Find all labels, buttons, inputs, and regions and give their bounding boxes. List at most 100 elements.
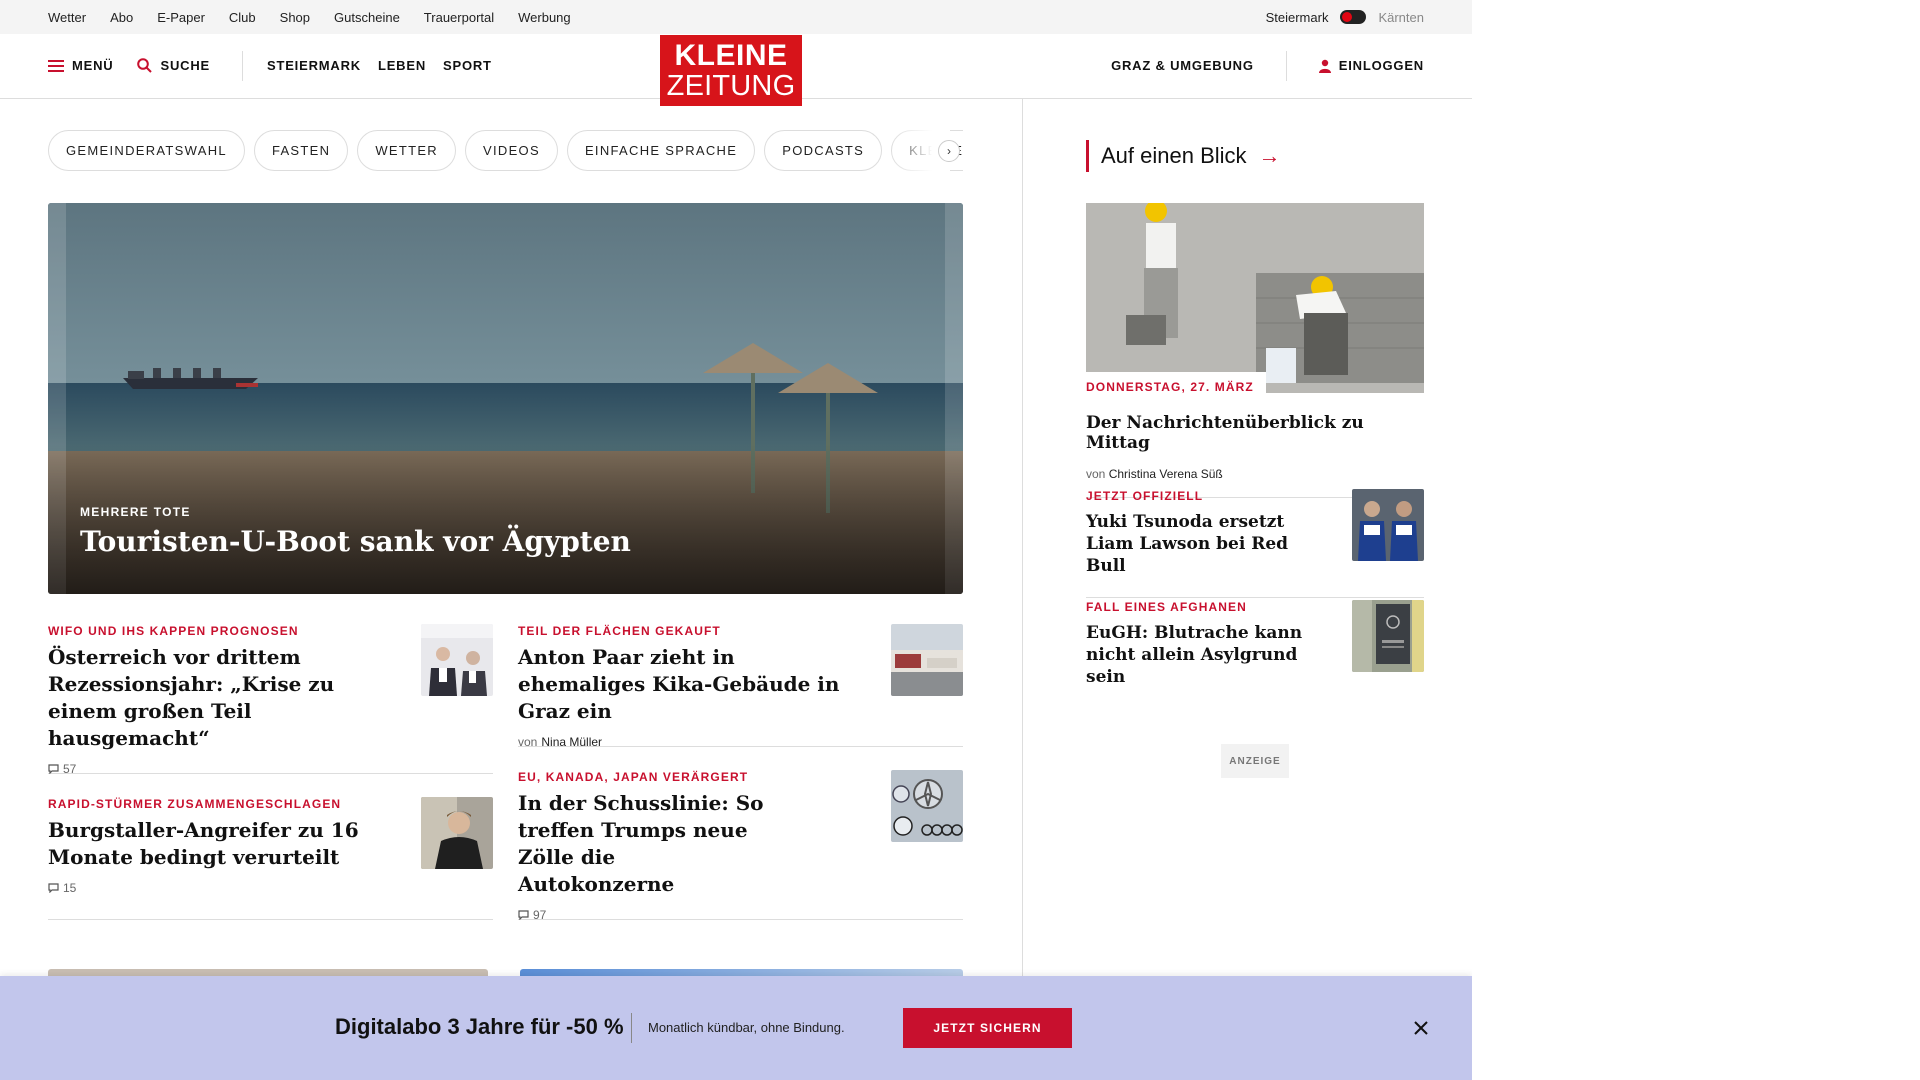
region-switch: Steiermark Kärnten [1266, 0, 1424, 34]
nav-left: MENÜ SUCHE STEIERMARK LEBEN SPORT [48, 34, 509, 97]
topic-tags: GEMEINDERATSWAHL FASTEN WETTER VIDEOS EI… [48, 130, 963, 171]
article-meta: 97 [518, 908, 963, 922]
nav-cat-steiermark[interactable]: STEIERMARK [267, 58, 361, 73]
article-teaser-4[interactable]: EU, KANADA, JAPAN VERÄRGERT In der Schus… [518, 770, 963, 922]
comment-count[interactable]: 15 [63, 881, 76, 895]
author-prefix: von [518, 735, 538, 749]
nav-right: GRAZ & UMGEBUNG EINLOGGEN [1111, 34, 1424, 97]
sidebar-lead-date: DONNERSTAG, 27. MÄRZ [1086, 372, 1266, 393]
sidebar-lead-image: DONNERSTAG, 27. MÄRZ [1086, 203, 1424, 393]
nav-cat-leben[interactable]: LEBEN [378, 58, 426, 73]
sidebar-article-headline[interactable]: Yuki Tsunoda ersetzt Liam Lawson bei Red… [1086, 511, 1326, 577]
search-label: SUCHE [160, 58, 210, 73]
login-button[interactable]: EINLOGGEN [1318, 58, 1424, 73]
chevron-right-icon: › [947, 144, 951, 158]
utility-link-werbung[interactable]: Werbung [518, 10, 571, 25]
article-teaser-2[interactable]: TEIL DER FLÄCHEN GEKAUFT Anton Paar zieh… [518, 624, 963, 749]
region-kaernten[interactable]: Kärnten [1378, 10, 1424, 25]
article-thumbnail [421, 624, 493, 696]
menu-label: MENÜ [72, 58, 114, 73]
tag-gemeinderatswahl[interactable]: GEMEINDERATSWAHL [48, 130, 245, 171]
region-steiermark[interactable]: Steiermark [1266, 10, 1329, 25]
logo-line-1: KLEINE [674, 38, 788, 72]
close-icon [1414, 1021, 1428, 1035]
user-icon [1318, 59, 1331, 73]
sidebar-article-headline[interactable]: EuGH: Blutrache kann nicht allein Asylgr… [1086, 622, 1326, 688]
tag-fasten[interactable]: FASTEN [253, 130, 349, 171]
search-icon [137, 58, 153, 73]
utility-link-trauerportal[interactable]: Trauerportal [424, 10, 494, 25]
tag-podcasts[interactable]: PODCASTS [764, 130, 883, 171]
author-prefix: von [1086, 467, 1106, 481]
promo-close-button[interactable] [1407, 1014, 1435, 1042]
sidebar-lead-headline[interactable]: Der Nachrichtenüberblick zu Mittag [1086, 413, 1424, 453]
tag-videos[interactable]: VIDEOS [465, 130, 558, 171]
divider [1086, 597, 1424, 598]
page-margin [1472, 0, 1920, 1080]
promo-cta-button[interactable]: JETZT SICHERN [903, 1008, 1072, 1048]
comment-icon [48, 883, 59, 893]
utility-link-shop[interactable]: Shop [280, 10, 310, 25]
page: Wetter Abo E-Paper Club Shop Gutscheine … [0, 0, 1472, 1080]
promo-divider [631, 1013, 632, 1043]
ad-label: ANZEIGE [1221, 744, 1289, 778]
sidebar-lead-meta: von Christina Verena Süß [1086, 467, 1424, 481]
subscription-banner: Digitalabo 3 Jahre für -50 % Monatlich k… [0, 976, 1472, 1080]
login-label: EINLOGGEN [1338, 58, 1424, 73]
toggle-knob [1342, 12, 1353, 22]
comment-count[interactable]: 97 [533, 908, 546, 922]
search-button[interactable]: SUCHE [137, 58, 210, 73]
hero-kicker: MEHRERE TOTE [80, 505, 191, 519]
article-headline[interactable]: In der Schusslinie: So treffen Trumps ne… [518, 790, 778, 898]
sidebar-title-link[interactable]: Auf einen Blick → [1086, 140, 1281, 172]
article-teaser-3[interactable]: RAPID-STÜRMER ZUSAMMENGESCHLAGEN Burgsta… [48, 797, 493, 920]
tags-next-button[interactable]: › [938, 140, 960, 162]
sidebar-lead-author[interactable]: Christina Verena Süß [1109, 467, 1223, 481]
article-teaser-1[interactable]: WIFO UND IHS KAPPEN PROGNOSEN Österreich… [48, 624, 493, 776]
sidebar-article-2[interactable]: FALL EINES AFGHANEN EuGH: Blutrache kann… [1086, 600, 1424, 688]
hero-title[interactable]: Touristen-U-Boot sank vor Ägypten [80, 525, 631, 558]
article-headline[interactable]: Anton Paar zieht in ehemaliges Kika-Gebä… [518, 644, 863, 725]
article-headline[interactable]: Burgstaller-Angreifer zu 16 Monate bedin… [48, 817, 393, 871]
utility-links: Wetter Abo E-Paper Club Shop Gutscheine … [48, 0, 571, 34]
comment-count[interactable]: 57 [63, 762, 76, 776]
sidebar-article-1[interactable]: JETZT OFFIZIELL Yuki Tsunoda ersetzt Lia… [1086, 489, 1424, 598]
tag-einfache-sprache[interactable]: EINFACHE SPRACHE [566, 130, 756, 171]
sidebar-article-thumbnail [1352, 489, 1424, 561]
article-meta: von Nina Müller [518, 735, 963, 749]
promo-subtext: Monatlich kündbar, ohne Bindung. [648, 1020, 845, 1035]
utility-link-wetter[interactable]: Wetter [48, 10, 86, 25]
site-logo[interactable]: KLEINE ZEITUNG [660, 35, 802, 106]
article-meta: 57 [48, 762, 493, 776]
sidebar-title: Auf einen Blick [1101, 143, 1247, 168]
menu-button[interactable]: MENÜ [48, 58, 113, 73]
nav-divider-right [1285, 50, 1287, 81]
article-thumbnail [891, 624, 963, 696]
promo-headline: Digitalabo 3 Jahre für -50 % [335, 1014, 624, 1039]
hero-article[interactable]: MEHRERE TOTE Touristen-U-Boot sank vor Ä… [48, 203, 963, 594]
column-divider [1022, 99, 1023, 979]
utility-link-club[interactable]: Club [229, 10, 256, 25]
article-author[interactable]: Nina Müller [541, 735, 602, 749]
article-meta: 15 [48, 881, 493, 895]
arrow-right-icon: → [1258, 143, 1281, 168]
sidebar-lead-article[interactable]: DONNERSTAG, 27. MÄRZ Der Nachrichtenüber… [1086, 203, 1424, 498]
logo-line-2: ZEITUNG [666, 69, 796, 102]
comment-icon [518, 910, 529, 920]
nav-cat-sport[interactable]: SPORT [443, 58, 492, 73]
main-nav: MENÜ SUCHE STEIERMARK LEBEN SPORT KLEINE… [0, 34, 1472, 106]
comment-icon [48, 764, 59, 774]
article-headline[interactable]: Österreich vor drittem Rezessionsjahr: „… [48, 644, 393, 752]
utility-link-epaper[interactable]: E-Paper [157, 10, 205, 25]
tag-wetter[interactable]: WETTER [357, 130, 456, 171]
utility-link-abo[interactable]: Abo [110, 10, 133, 25]
utility-link-gutscheine[interactable]: Gutscheine [334, 10, 400, 25]
region-link[interactable]: GRAZ & UMGEBUNG [1111, 58, 1254, 73]
utility-bar: Wetter Abo E-Paper Club Shop Gutscheine … [0, 0, 1472, 34]
sidebar-title-accent [1086, 140, 1089, 172]
article-thumbnail [891, 770, 963, 842]
region-toggle[interactable] [1340, 10, 1367, 24]
hamburger-icon [48, 59, 64, 72]
hero-gradient [48, 444, 963, 594]
sidebar-article-thumbnail [1352, 600, 1424, 672]
